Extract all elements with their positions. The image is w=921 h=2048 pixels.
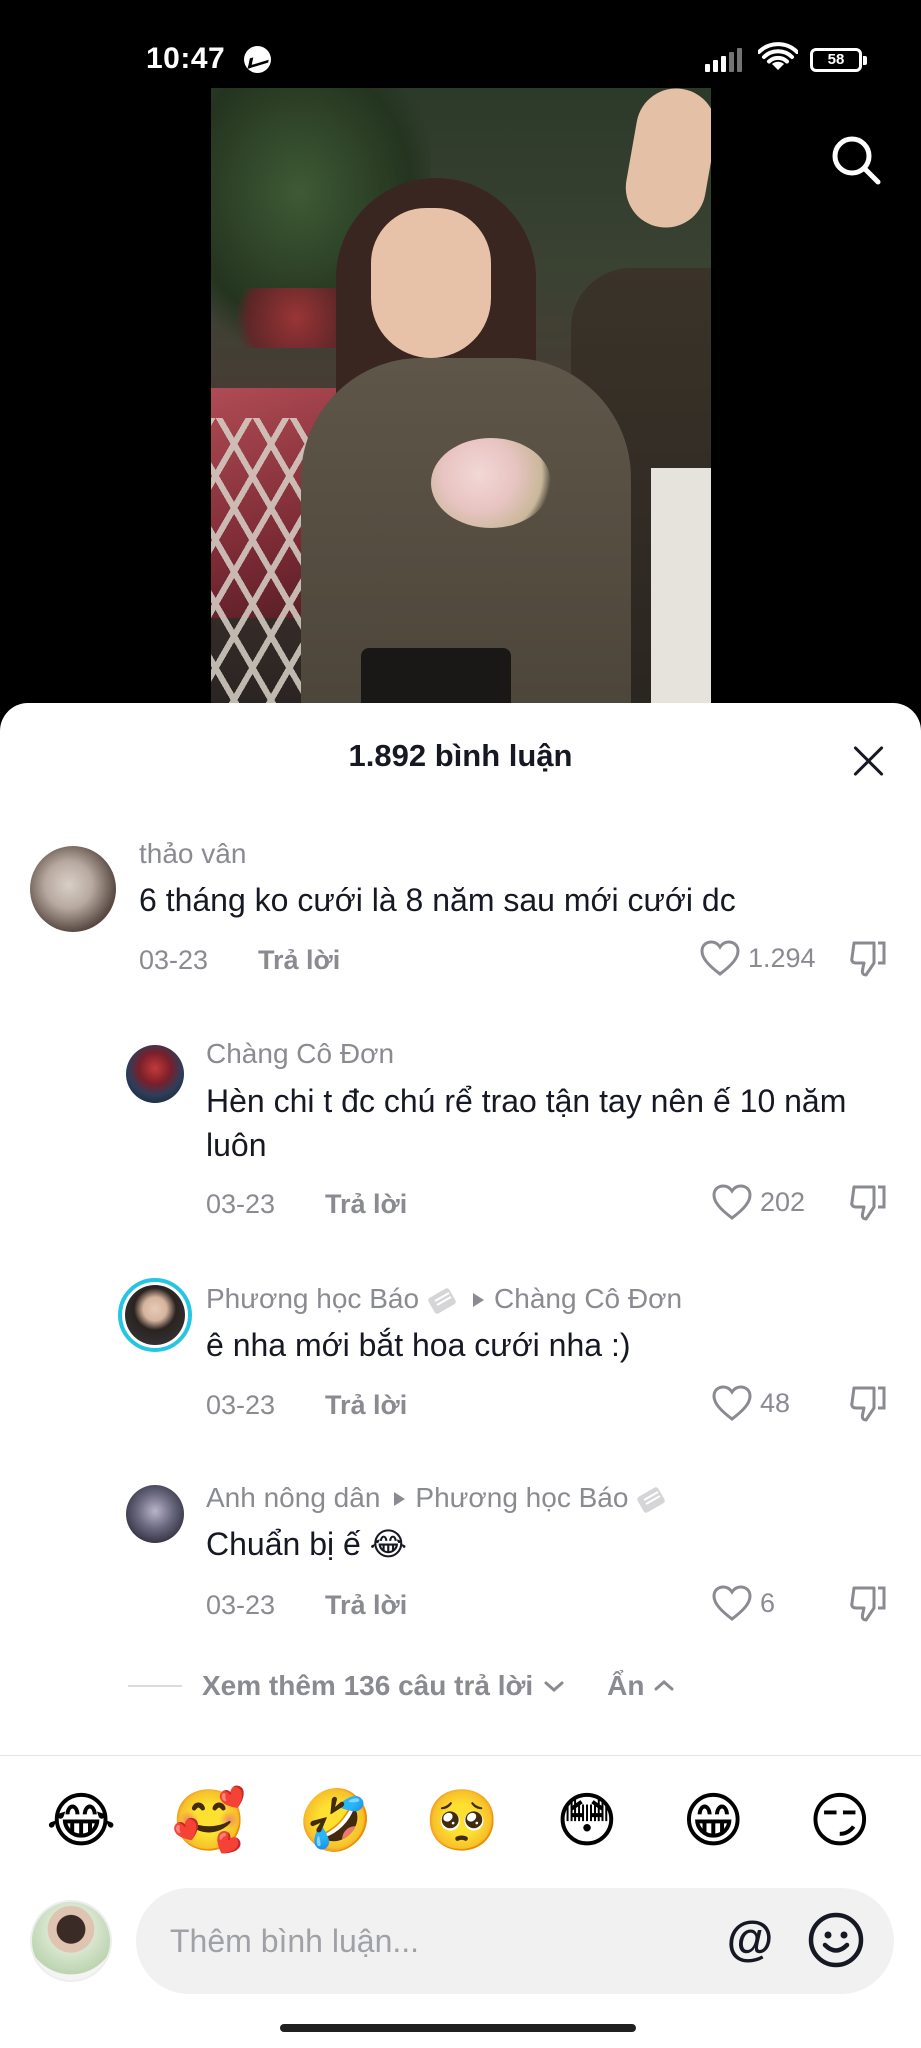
emoji-quick-bar: 😂 🥰 🤣 🥺 😳 😁 😏: [0, 1785, 921, 1857]
hide-replies-label: Ẩn: [607, 1670, 645, 1701]
emoji-pleading[interactable]: 🥺: [424, 1785, 499, 1857]
avatar[interactable]: [30, 846, 116, 932]
like-count: 48: [760, 1387, 791, 1418]
comment-text: Hèn chi t đc chú rể trao tận tay nên ế 1…: [206, 1083, 847, 1163]
comment-username[interactable]: thảo vân: [139, 838, 246, 870]
like-button[interactable]: 1.294: [700, 940, 816, 976]
hide-replies-button[interactable]: Ẩn: [607, 1670, 676, 1702]
heart-icon: [712, 1385, 752, 1421]
mention-button[interactable]: @: [718, 1908, 782, 1972]
avatar[interactable]: [126, 1045, 184, 1103]
dislike-icon[interactable]: [848, 1384, 888, 1424]
chevron-down-icon: [544, 1681, 564, 1692]
comment-username[interactable]: Anh nông dân Phương học Báo: [206, 1482, 668, 1514]
comment-date: 03-23: [206, 1590, 276, 1620]
view-more-replies-button[interactable]: Xem thêm 136 câu trả lời: [202, 1670, 567, 1702]
comment-date: 03-23: [139, 945, 209, 975]
chevron-up-icon: [654, 1680, 673, 1691]
reply-arrow-icon: [394, 1491, 406, 1506]
username[interactable]: Phương học Báo: [206, 1283, 419, 1314]
like-count: 202: [760, 1186, 806, 1217]
newspaper-icon: [637, 1486, 666, 1513]
divider: [0, 1755, 921, 1756]
comment-text: Chuẩn bị ế 😂: [206, 1526, 408, 1562]
reply-arrow-icon: [473, 1292, 485, 1307]
emoji-joy[interactable]: 😂: [45, 1785, 117, 1857]
dislike-icon[interactable]: [848, 939, 888, 979]
like-button[interactable]: 6: [712, 1585, 775, 1621]
like-button[interactable]: 48: [712, 1385, 790, 1421]
dislike-icon[interactable]: [848, 1584, 888, 1624]
reply-button[interactable]: Trả lời: [325, 1390, 407, 1421]
video-preview[interactable]: [211, 88, 711, 706]
comment-username[interactable]: Phương học Báo Chàng Cô Đơn: [206, 1283, 682, 1315]
current-user-avatar: [30, 1900, 112, 1982]
comment-input-bar: @: [136, 1888, 894, 1994]
comment-date: 03-23: [206, 1390, 276, 1420]
emoji-smiling-hearts[interactable]: 🥰: [172, 1785, 247, 1857]
status-time: 10:47: [146, 42, 226, 75]
reply-button[interactable]: Trả lời: [258, 945, 340, 976]
status-bar: 10:47 58: [0, 0, 921, 90]
emoji-smirk[interactable]: 😏: [804, 1785, 876, 1857]
emoji-rofl[interactable]: 🤣: [298, 1785, 373, 1857]
like-count: 6: [760, 1587, 776, 1618]
messenger-icon: [244, 46, 271, 73]
reply-to-username[interactable]: Chàng Cô Đơn: [494, 1283, 682, 1314]
emoji-grin[interactable]: 😁: [677, 1785, 749, 1857]
wifi-icon: [758, 42, 798, 70]
like-button[interactable]: 202: [712, 1184, 805, 1220]
comments-count-title: 1.892 bình luận: [348, 738, 573, 773]
comment-date: 03-23: [206, 1189, 276, 1219]
reply-button[interactable]: Trả lời: [325, 1189, 407, 1220]
comment-text: 6 tháng ko cưới là 8 năm sau mới cưới dc: [139, 882, 736, 918]
home-indicator: [280, 2024, 636, 2032]
emoji-picker-icon[interactable]: [806, 1910, 866, 1970]
view-more-replies-label: Xem thêm 136 câu trả lời: [202, 1670, 534, 1701]
comment-input[interactable]: [170, 1916, 690, 1966]
heart-icon: [700, 940, 740, 976]
search-icon[interactable]: [828, 132, 884, 188]
username[interactable]: Anh nông dân: [206, 1482, 380, 1513]
avatar[interactable]: [118, 1278, 192, 1352]
reply-to-username[interactable]: Phương học Báo: [415, 1482, 628, 1513]
battery-icon: 58: [810, 48, 867, 72]
close-icon[interactable]: [852, 744, 886, 778]
like-count: 1.294: [748, 942, 816, 973]
emoji-flushed[interactable]: 😳: [551, 1785, 623, 1857]
heart-icon: [712, 1184, 752, 1220]
dislike-icon[interactable]: [848, 1183, 888, 1223]
divider-line: [128, 1685, 182, 1687]
comment-text: ê nha mới bắt hoa cưới nha :): [206, 1327, 631, 1363]
more-replies-row: Xem thêm 136 câu trả lời Ẩn: [128, 1670, 677, 1702]
comment-username[interactable]: Chàng Cô Đơn: [206, 1038, 394, 1070]
avatar[interactable]: [126, 1485, 184, 1543]
newspaper-icon: [428, 1287, 456, 1314]
heart-icon: [712, 1585, 752, 1621]
signal-icon: [705, 48, 742, 72]
reply-button[interactable]: Trả lời: [325, 1590, 407, 1621]
